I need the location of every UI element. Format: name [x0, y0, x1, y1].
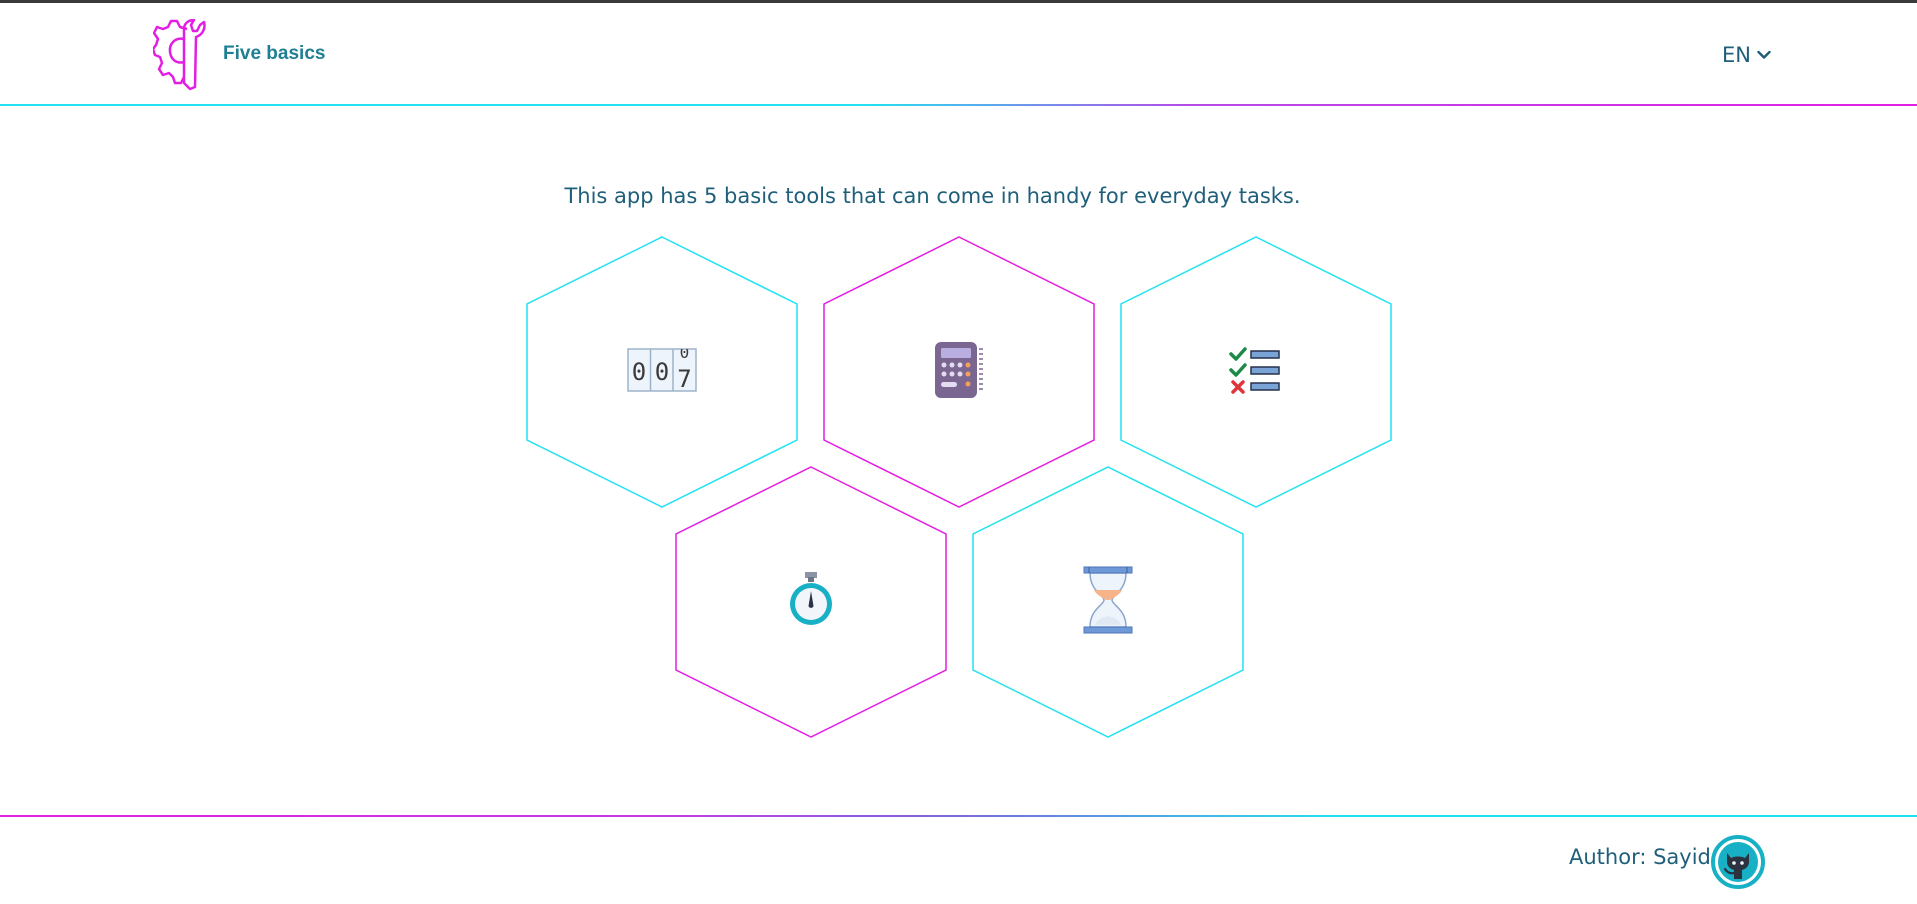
counter-digit-3: 7	[677, 365, 691, 393]
counter-digit-rolling: 0	[680, 345, 690, 362]
calculator-icon	[933, 341, 985, 403]
hourglass-icon	[1082, 565, 1134, 639]
checklist-icon	[1229, 345, 1283, 399]
logo-icon	[153, 19, 206, 91]
counter-digit-1: 0	[632, 358, 646, 386]
footer-divider	[0, 815, 1917, 817]
stopwatch-icon	[786, 571, 836, 633]
intro-text: This app has 5 basic tools that can come…	[564, 184, 1301, 208]
tool-stopwatch[interactable]	[675, 466, 947, 738]
author-text: Author: Sayid	[1569, 845, 1711, 869]
tool-hourglass[interactable]	[972, 466, 1244, 738]
counter-digit-2: 0	[655, 358, 669, 386]
header-divider	[0, 104, 1917, 106]
app-name: Five basics	[223, 43, 326, 64]
counter-icon: 0 0 0 7	[626, 345, 698, 399]
github-icon	[1711, 835, 1765, 889]
header: Five basics EN	[0, 3, 1917, 105]
logo-link[interactable]: Five basics	[153, 19, 325, 91]
language-label: EN	[1722, 43, 1751, 67]
language-selector[interactable]: EN	[1722, 43, 1771, 67]
chevron-down-icon	[1757, 50, 1771, 59]
github-link[interactable]	[1711, 835, 1765, 889]
